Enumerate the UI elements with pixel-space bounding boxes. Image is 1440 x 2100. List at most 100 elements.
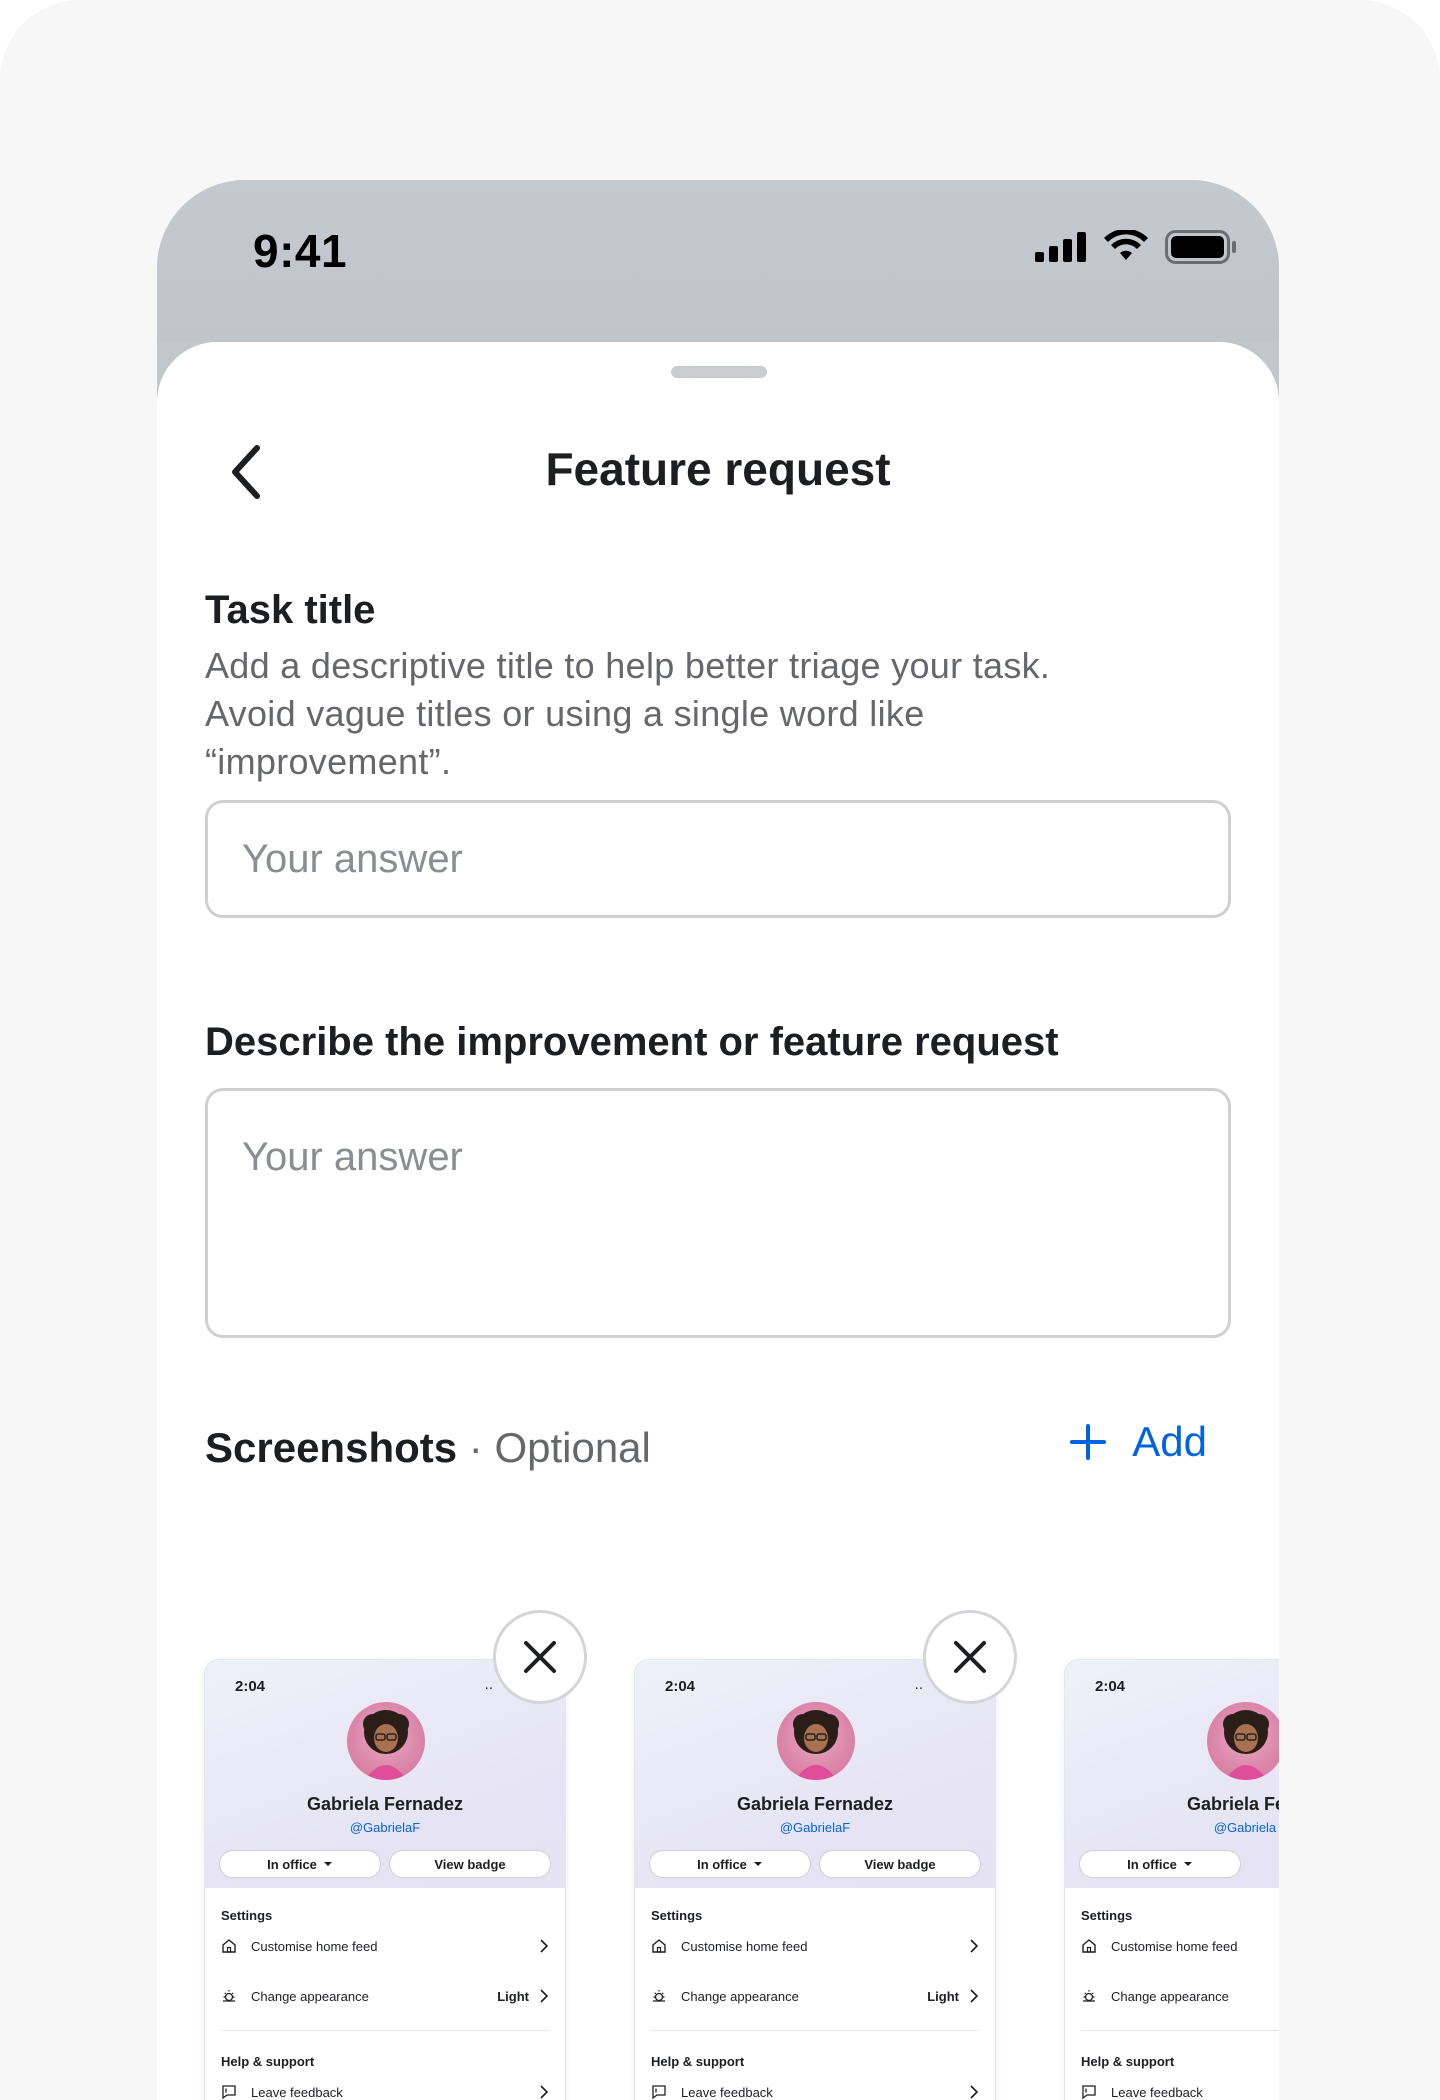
- remove-screenshot-button[interactable]: [493, 1610, 587, 1704]
- thumb-divider: [221, 2030, 549, 2031]
- thumb-row-label: Change appearance: [251, 1988, 369, 2004]
- chevron-right-icon: [970, 1939, 979, 1953]
- thumb-status-pill-label: In office: [697, 1856, 747, 1872]
- thumb-divider: [651, 2030, 979, 2031]
- feature-request-sheet: Feature request Task title Add a descrip…: [157, 342, 1279, 2100]
- thumb-time: 2:04: [235, 1678, 266, 1695]
- add-screenshot-button[interactable]: Add: [1068, 1418, 1207, 1466]
- thumb-row-label: Customise home feed: [251, 1938, 378, 1954]
- thumb-status-pill: In office: [219, 1850, 381, 1878]
- thumb-row-label: Leave feedback: [1111, 2084, 1203, 2100]
- thumb-row-feedback: Leave feedback: [221, 2080, 549, 2100]
- thumb-row-label: Change appearance: [681, 1988, 799, 2004]
- thumb-row-home-feed: Customise home feed: [651, 1934, 979, 1958]
- status-time: 9:41: [253, 225, 348, 277]
- caret-down-icon: [753, 1862, 762, 1866]
- avatar: [1207, 1702, 1279, 1780]
- thumb-time: 2:04: [665, 1678, 696, 1695]
- phone-frame: 9:41 Feature request Task title Add a de…: [157, 180, 1279, 2100]
- thumb-row-home-feed: Customise home feed: [1081, 1934, 1279, 1958]
- avatar-portrait-icon: [363, 1710, 409, 1780]
- thumb-handle: @GabrielaF: [349, 1820, 421, 1835]
- thumb-profile-header: 2:04 Gabriela Fern @Gabriela In office: [1065, 1660, 1279, 1888]
- thumb-row-feedback: Leave feedback: [651, 2080, 979, 2100]
- status-bar: 9:41: [157, 180, 1279, 342]
- thumb-badge-pill-label: View badge: [434, 1856, 506, 1872]
- page-title: Feature request: [545, 443, 891, 495]
- signal-icon: [1035, 232, 1086, 262]
- status-icons: [1035, 230, 1237, 264]
- feedback-icon: [1081, 2084, 1097, 2100]
- plus-icon: [1070, 1424, 1107, 1460]
- chevron-right-icon: [540, 2085, 549, 2099]
- thumb-row-label: Leave feedback: [681, 2084, 773, 2100]
- thumb-badge-pill: View badge: [389, 1850, 551, 1878]
- thumb-handle: @Gabriela: [1213, 1820, 1277, 1835]
- canvas-background: 9:41 Feature request Task title Add a de…: [0, 0, 1440, 2100]
- task-title-input[interactable]: [205, 800, 1231, 918]
- home-icon: [1081, 1938, 1097, 1954]
- battery-icon: [1165, 230, 1236, 264]
- thumb-name: Gabriela Fernadez: [306, 1794, 464, 1814]
- feedback-icon: [651, 2084, 667, 2100]
- screenshot-thumbnail[interactable]: 2:04 .. Gabriela Fernadez @GabrielaF In …: [635, 1660, 995, 2100]
- screenshot-thumbnail[interactable]: 2:04 Gabriela Fern @Gabriela In office: [1065, 1660, 1279, 2100]
- thumb-status-dots: ..: [914, 1676, 923, 1693]
- chevron-right-icon: [540, 1939, 549, 1953]
- thumb-row-label: Customise home feed: [681, 1938, 808, 1954]
- feedback-icon: [221, 2084, 237, 2100]
- screenshots-separator: ·: [457, 1424, 495, 1471]
- description-textarea[interactable]: [205, 1088, 1231, 1338]
- screenshots-optional: Optional: [494, 1424, 651, 1471]
- thumb-help-heading: Help & support: [221, 2054, 315, 2069]
- task-title-help: Add a descriptive title to help better t…: [205, 642, 1205, 786]
- add-label: Add: [1132, 1418, 1207, 1465]
- thumb-name: Gabriela Fern: [1186, 1794, 1279, 1814]
- screenshots-label: Screenshots: [205, 1424, 458, 1471]
- task-title-help-line: Avoid vague titles or using a single wor…: [205, 693, 925, 734]
- avatar-portrait-icon: [793, 1710, 839, 1780]
- thumb-status-dots: ..: [484, 1676, 493, 1693]
- avatar-portrait-icon: [1223, 1710, 1269, 1780]
- sun-icon: [651, 1988, 667, 2004]
- thumb-badge-pill-label: View badge: [864, 1856, 936, 1872]
- chevron-right-icon: [540, 1989, 549, 2003]
- caret-down-icon: [323, 1862, 332, 1866]
- task-title-label: Task title: [205, 588, 376, 632]
- close-icon: [954, 1641, 986, 1673]
- remove-screenshot-button[interactable]: [923, 1610, 1017, 1704]
- thumb-divider: [1081, 2030, 1279, 2031]
- caret-down-icon: [1183, 1862, 1192, 1866]
- thumb-settings-heading: Settings: [651, 1908, 703, 1923]
- thumb-row-label: Change appearance: [1111, 1988, 1229, 2004]
- home-icon: [221, 1938, 237, 1954]
- thumb-row-label: Leave feedback: [251, 2084, 343, 2100]
- thumb-row-appearance: Change appearance Light: [221, 1984, 549, 2008]
- thumb-status-pill-label: In office: [267, 1856, 317, 1872]
- thumb-handle: @GabrielaF: [779, 1820, 851, 1835]
- thumb-settings-heading: Settings: [1081, 1908, 1133, 1923]
- chevron-right-icon: [970, 1989, 979, 2003]
- thumb-row-feedback: Leave feedback: [1081, 2080, 1279, 2100]
- thumb-badge-pill: View badge: [819, 1850, 981, 1878]
- thumb-help-heading: Help & support: [1081, 2054, 1175, 2069]
- wifi-icon: [1104, 230, 1148, 260]
- thumb-row-home-feed: Customise home feed: [221, 1934, 549, 1958]
- thumb-row-value: Light: [497, 1988, 529, 2004]
- close-icon: [524, 1641, 556, 1673]
- thumb-help-heading: Help & support: [651, 2054, 745, 2069]
- thumb-row-label: Customise home feed: [1111, 1938, 1238, 1954]
- avatar: [777, 1702, 855, 1780]
- thumb-row-value: Light: [927, 1988, 959, 2004]
- screenshot-thumbnail[interactable]: 2:04 .. Gabriela Fernadez @GabrielaF In …: [205, 1660, 565, 2100]
- screenshots-heading: Screenshots · Optional: [205, 1424, 651, 1472]
- thumb-row-appearance: Change appearance Light: [651, 1984, 979, 2008]
- sheet-grabber[interactable]: [671, 366, 767, 378]
- task-title-help-line: “improvement”.: [205, 741, 452, 782]
- thumb-row-appearance: Change appearance: [1081, 1984, 1279, 2008]
- description-label: Describe the improvement or feature requ…: [205, 1020, 1059, 1064]
- sun-icon: [1081, 1988, 1097, 2004]
- thumb-status-pill: In office: [649, 1850, 811, 1878]
- home-icon: [651, 1938, 667, 1954]
- task-title-help-line: Add a descriptive title to help better t…: [205, 645, 1051, 686]
